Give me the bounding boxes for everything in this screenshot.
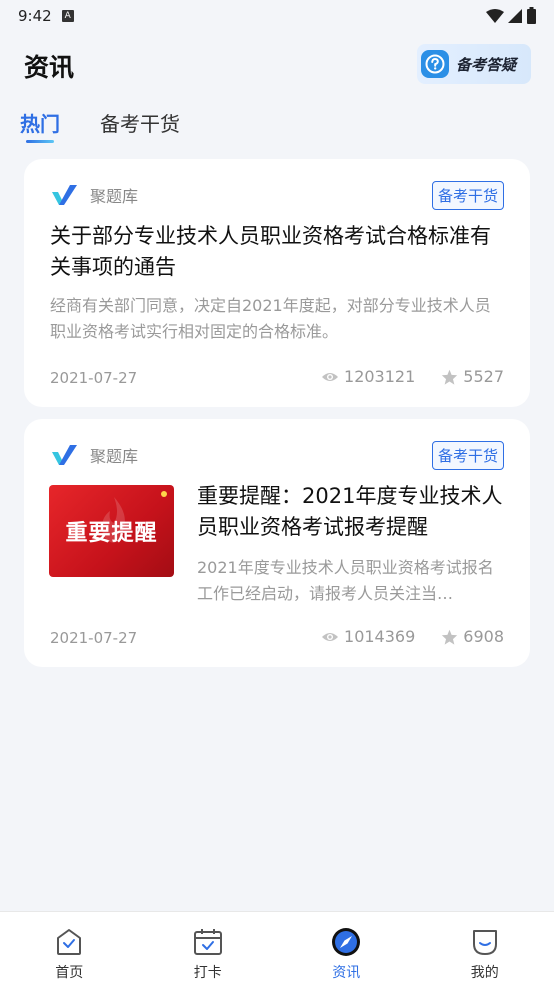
qa-button-label: 备考答疑	[456, 55, 517, 74]
article-thumbnail: 重要提醒	[49, 485, 174, 577]
article-source: 聚题库	[50, 443, 138, 467]
category-tag: 备考干货	[431, 181, 504, 210]
star-count-value: 5527	[463, 367, 504, 386]
article-card[interactable]: 聚题库 备考干货 重要提醒 重要提醒：2021年度专业技术人员职业资格考试报考提…	[24, 419, 530, 667]
tab-hot[interactable]: 热门	[20, 108, 60, 143]
star-count: 6908	[441, 627, 504, 646]
profile-icon	[472, 930, 497, 955]
tiku-logo-icon	[52, 445, 77, 465]
eye-icon	[322, 632, 339, 641]
article-date: 2021-07-27	[50, 629, 138, 647]
thumbnail-dot	[161, 491, 167, 497]
nav-item-home[interactable]: 首页	[0, 912, 139, 984]
nav-label: 我的	[470, 965, 499, 981]
nav-item-profile[interactable]: 我的	[416, 912, 554, 984]
question-icon	[421, 50, 449, 78]
notification-icon: A	[61, 10, 74, 22]
nav-label: 打卡	[193, 965, 222, 981]
bottom-nav: 首页 打卡 资讯 我的	[0, 911, 554, 984]
compass-icon	[332, 928, 361, 956]
article-summary: 经商有关部门同意，决定自2021年度起，对部分专业技术人员职业资格考试实行相对固…	[50, 296, 491, 341]
category-tag: 备考干货	[431, 441, 504, 470]
view-count: 1014369	[321, 627, 415, 646]
wifi-icon	[486, 8, 504, 23]
article-stats: 1203121 5527	[321, 367, 504, 386]
star-icon	[442, 629, 458, 645]
view-count-value: 1014369	[344, 627, 416, 646]
status-time: 9:42	[18, 7, 52, 25]
battery-icon	[527, 7, 536, 24]
thumbnail-text: 重要提醒	[65, 521, 158, 546]
nav-item-checkin[interactable]: 打卡	[139, 912, 278, 984]
status-bar: 9:42 A	[0, 0, 554, 32]
article-date: 2021-07-27	[50, 369, 138, 387]
calendar-check-icon	[193, 929, 222, 955]
nav-item-news[interactable]: 资讯	[277, 912, 416, 984]
source-name: 聚题库	[90, 447, 139, 466]
article-stats: 1014369 6908	[321, 627, 504, 646]
view-count-value: 1203121	[344, 367, 416, 386]
signal-icon	[508, 8, 522, 23]
page-title: 资讯	[24, 53, 75, 82]
article-title: 关于部分专业技术人员职业资格考试合格标准有关事项的通告	[50, 224, 491, 279]
status-icons	[486, 7, 536, 24]
view-count: 1203121	[321, 367, 415, 386]
eye-icon	[322, 372, 339, 381]
star-icon	[442, 369, 458, 385]
nav-label: 资讯	[332, 965, 361, 981]
qa-button[interactable]: 备考答疑	[417, 44, 531, 84]
star-count: 5527	[441, 367, 504, 386]
article-source: 聚题库	[50, 183, 138, 207]
category-tabs: 热门 备考干货	[20, 108, 180, 143]
article-title: 重要提醒：2021年度专业技术人员职业资格考试报考提醒	[197, 484, 503, 539]
article-card[interactable]: 聚题库 备考干货 关于部分专业技术人员职业资格考试合格标准有关事项的通告 经商有…	[24, 159, 530, 407]
tiku-logo-icon	[52, 185, 77, 205]
tab-exam-tips[interactable]: 备考干货	[100, 108, 180, 143]
star-count-value: 6908	[463, 627, 504, 646]
source-name: 聚题库	[90, 187, 139, 206]
nav-label: 首页	[55, 965, 84, 981]
article-summary: 2021年度专业技术人员职业资格考试报名工作已经启动，请报考人员关注当…	[197, 558, 494, 603]
home-icon	[57, 929, 82, 955]
